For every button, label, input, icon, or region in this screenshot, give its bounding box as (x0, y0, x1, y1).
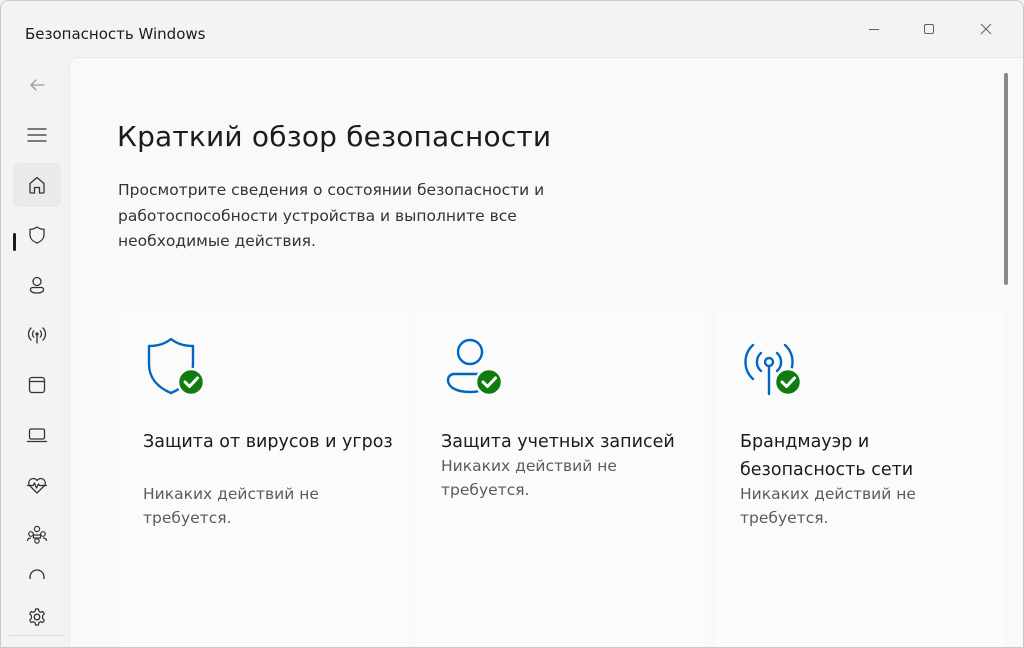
card-title: Брандмауэр и безопасность сети (740, 432, 914, 480)
close-icon (980, 23, 992, 35)
nav-item-virus-protection[interactable] (13, 213, 61, 257)
card-status: Никаких действий не требуется. (740, 485, 916, 527)
history-icon (29, 569, 45, 579)
page-description: Просмотрите сведения о состоянии безопас… (118, 181, 545, 250)
nav-item-family-options[interactable] (13, 513, 61, 557)
home-icon (29, 176, 45, 194)
nav-item-account-protection[interactable] (13, 263, 61, 307)
nav-item-device-performance[interactable] (13, 463, 61, 507)
card-status: Никаких действий не требуется. (441, 457, 617, 499)
card-title: Защита учетных записей (441, 432, 675, 452)
page-title: Краткий обзор безопасности (117, 120, 552, 153)
minimize-icon (869, 29, 879, 30)
close-button[interactable] (963, 9, 1009, 49)
back-arrow-icon (30, 79, 45, 91)
maximize-icon (924, 24, 934, 34)
app-window: Безопасность Windows Краткий обзор безоп… (0, 0, 1024, 648)
person-icon (29, 276, 45, 294)
settings-gear-icon (29, 608, 45, 626)
account-protection-person-icon (446, 338, 504, 397)
window-title: Безопасность Windows (25, 25, 206, 43)
back-button[interactable] (13, 63, 61, 107)
card-account-protection[interactable]: Защита учетных записей Никаких действий … (416, 310, 706, 647)
card-title: Защита от вирусов и угроз (143, 432, 393, 452)
wireless-antenna-icon (27, 327, 47, 344)
vertical-scrollbar[interactable] (1004, 73, 1008, 285)
menu-button[interactable] (13, 113, 61, 157)
nav-item-firewall[interactable] (13, 313, 61, 357)
nav-item-settings[interactable] (13, 595, 61, 639)
nav-item-device-security[interactable] (13, 413, 61, 457)
maximize-button[interactable] (906, 9, 952, 49)
main-content: Краткий обзор безопасности Просмотрите с… (69, 57, 1023, 647)
title-bar[interactable]: Безопасность Windows (1, 1, 1023, 57)
nav-item-app-browser-control[interactable] (13, 363, 61, 407)
nav-item-home[interactable] (13, 163, 61, 207)
card-virus-protection[interactable]: Защита от вирусов и угроз Никаких действ… (118, 310, 408, 647)
shield-icon (29, 226, 45, 244)
heart-pulse-icon (26, 477, 48, 494)
minimize-button[interactable] (851, 9, 897, 49)
nav-item-protection-history[interactable] (13, 563, 61, 579)
laptop-icon (26, 428, 48, 443)
virus-protection-shield-icon (147, 337, 206, 397)
app-browser-icon (28, 376, 46, 394)
firewall-network-antenna-icon (744, 343, 803, 397)
navigation-pane (1, 57, 69, 647)
card-firewall-network[interactable]: Брандмауэр и безопасность сети Никаких д… (715, 310, 1005, 647)
family-icon (26, 525, 48, 544)
hamburger-menu-icon (27, 128, 47, 142)
card-status: Никаких действий не требуется. (143, 485, 319, 527)
